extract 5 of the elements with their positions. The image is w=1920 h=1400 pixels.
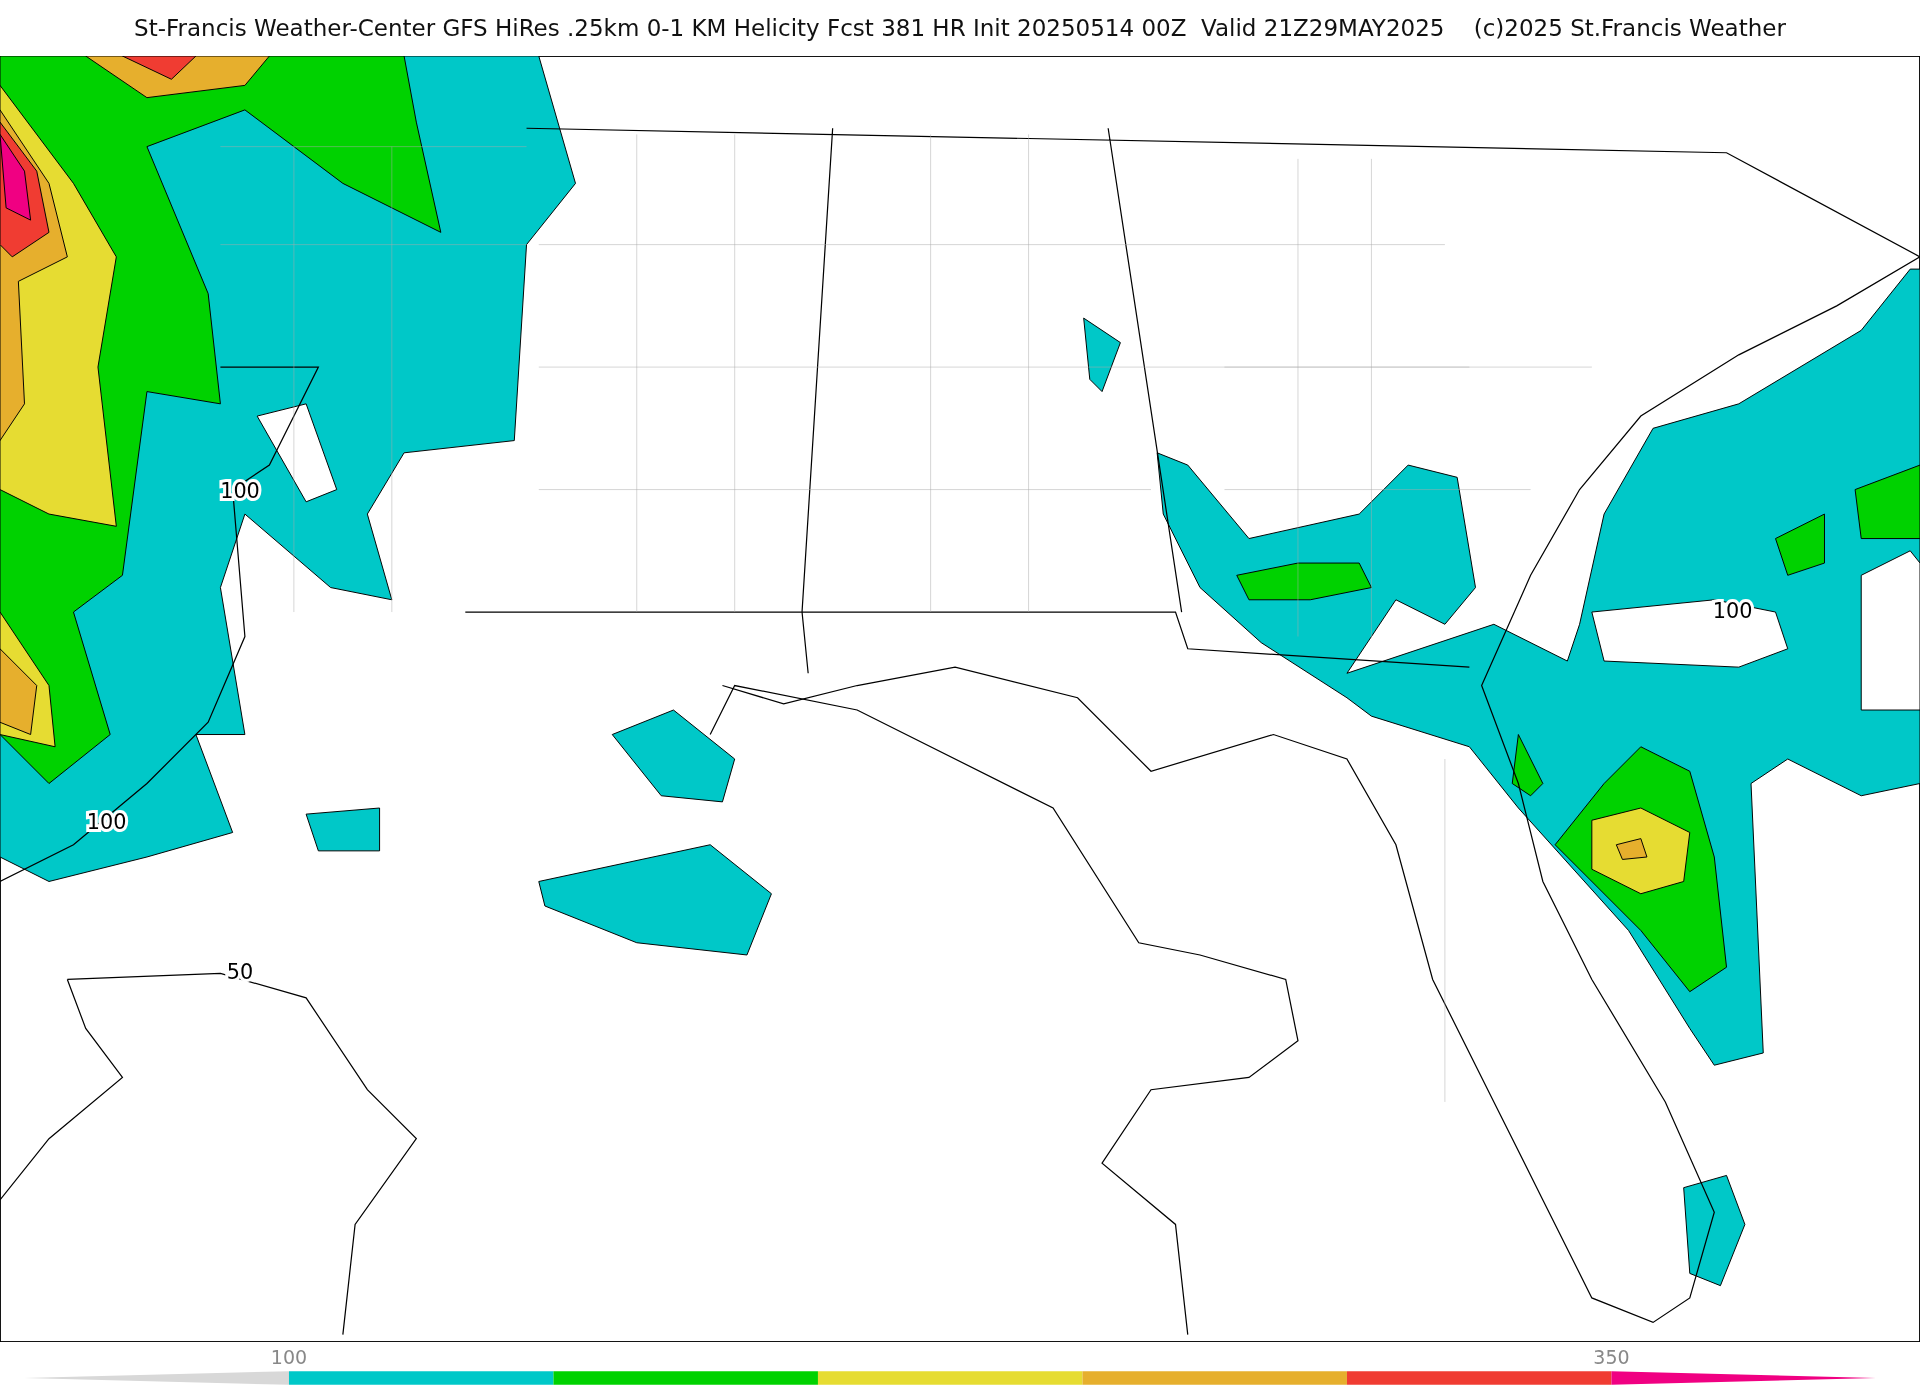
colorbar-tick-label: 100 [270, 1346, 308, 1368]
contour-label: 100 [1712, 599, 1753, 624]
contour-label: 50 [226, 960, 254, 985]
map-title: St-Francis Weather-Center GFS HiRes .25km 0-1 KM Helicity Fcst 381 HR Init 20250514 00Z Valid 21Z29MAY2025 (c)2025 St.Francis Weather [133, 14, 1787, 43]
colorbar-tick-label: 350 [1593, 1346, 1630, 1368]
